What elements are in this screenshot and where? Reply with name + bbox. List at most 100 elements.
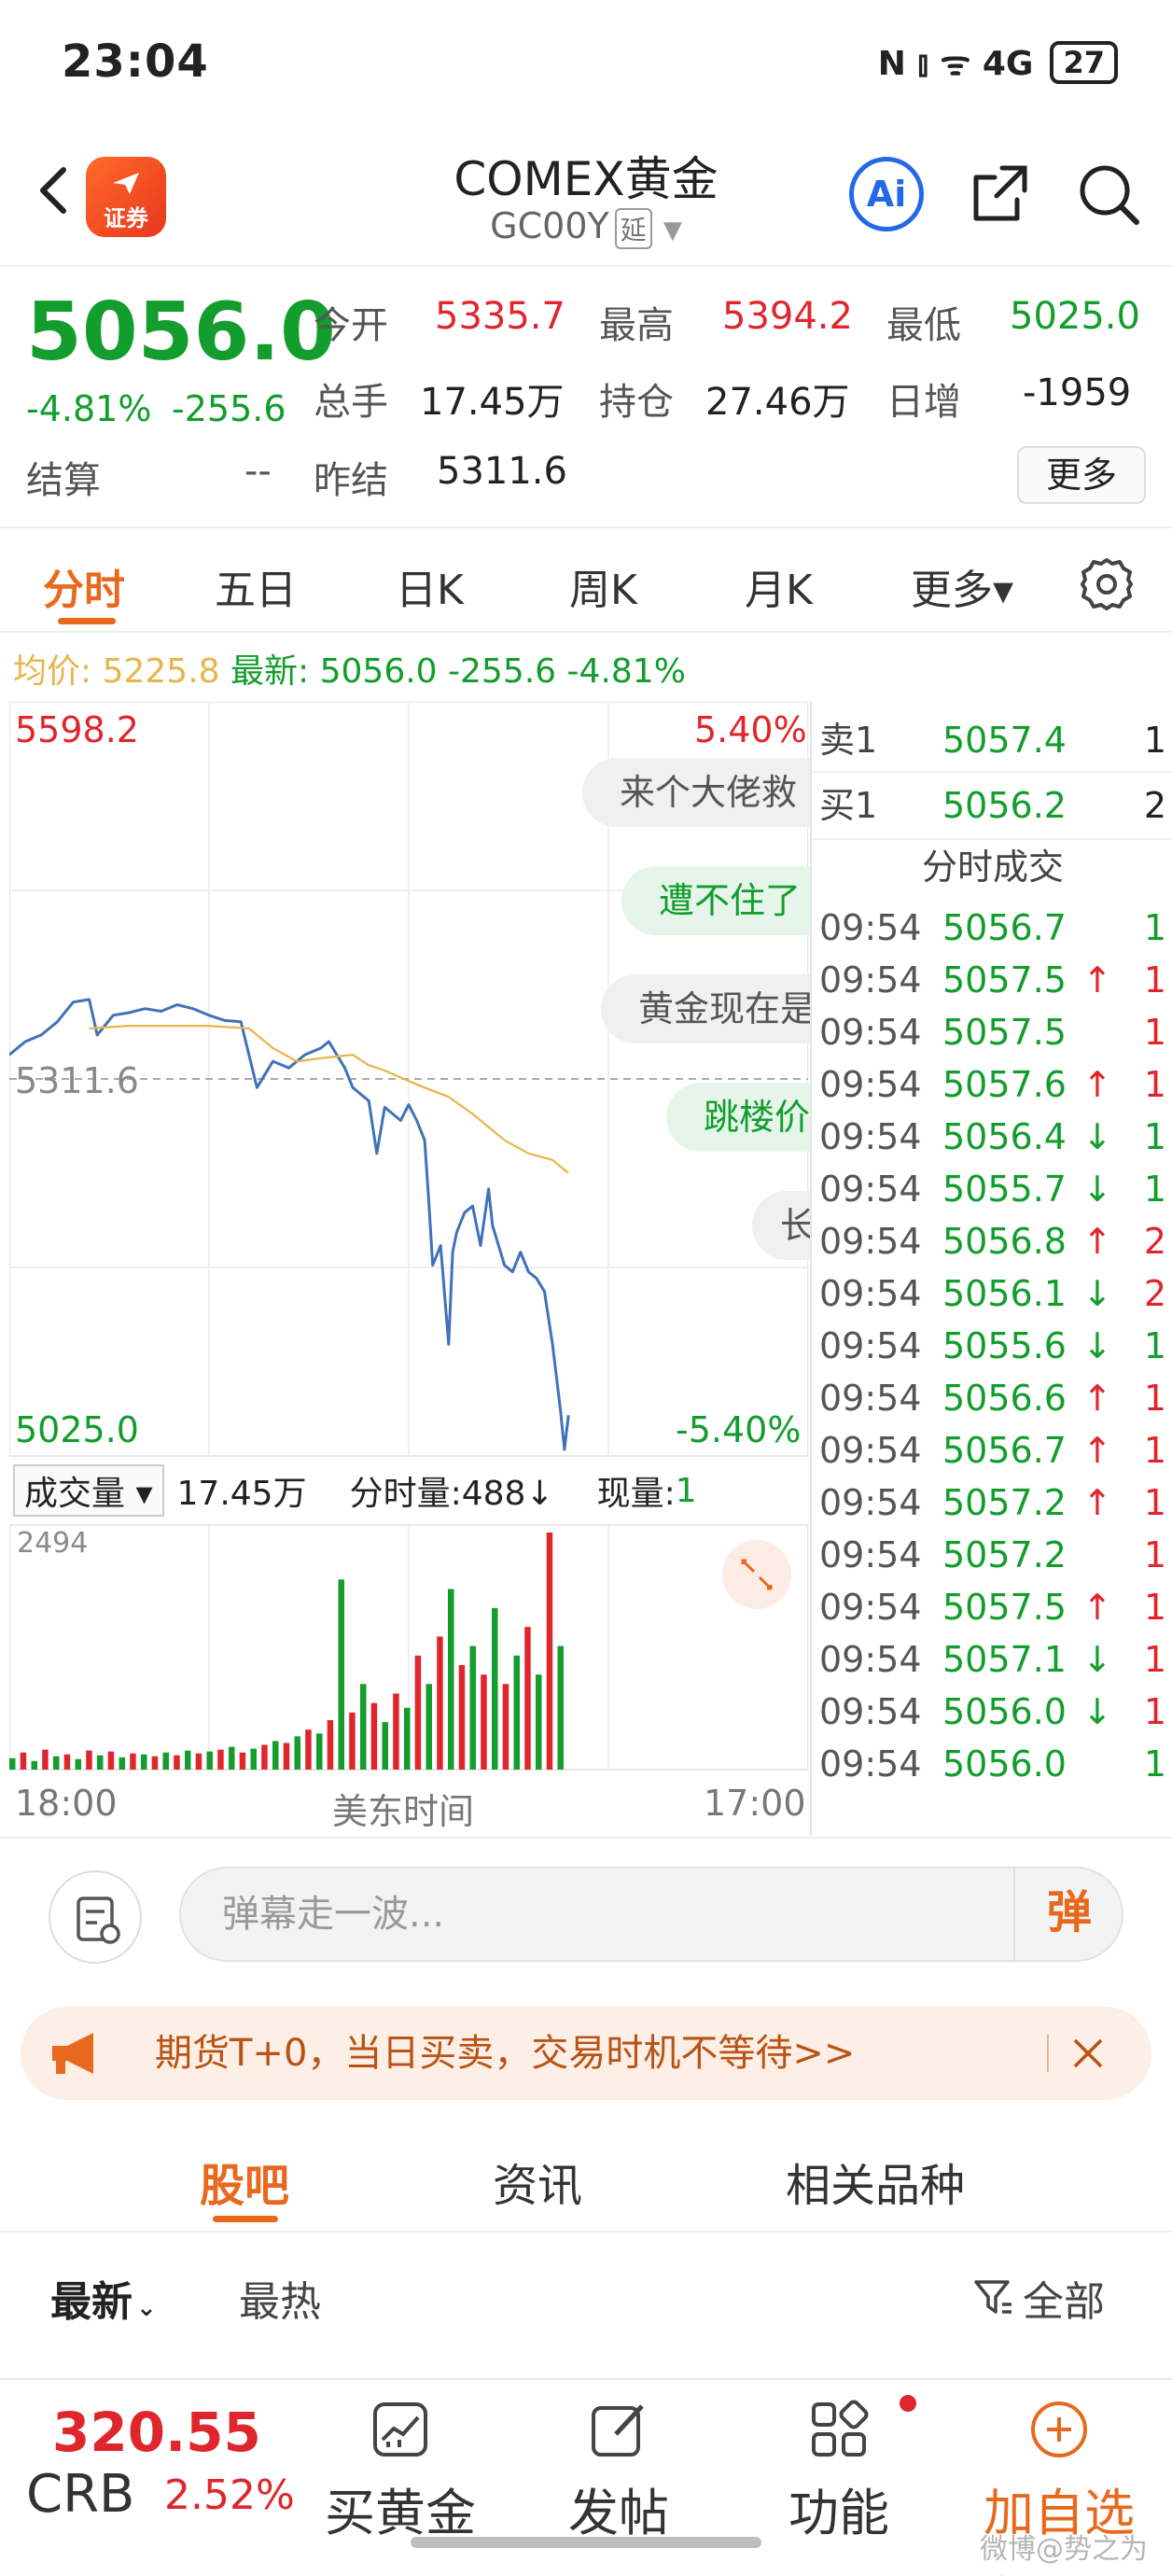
trade-volume: 1 <box>1143 1378 1166 1419</box>
danmaku-bubble[interactable]: 跳楼价 <box>666 1083 810 1152</box>
danmaku-settings-icon <box>77 1897 120 1944</box>
trade-price: 5057.5 <box>942 1012 1067 1053</box>
filter-all[interactable]: 全部 <box>970 2268 1105 2328</box>
tab-weekly-k[interactable]: 周K <box>569 556 637 616</box>
expand-button[interactable] <box>722 1540 791 1609</box>
crb-price: 320.55 <box>52 2401 261 2464</box>
trade-price: 5056.4 <box>942 1116 1067 1157</box>
trade-time: 09:54 <box>819 1325 922 1366</box>
post-button[interactable]: 发帖 <box>530 2399 707 2545</box>
order-book: 卖1 5057.4 1 买1 5056.2 2 分时成交 09:54 5056.7… <box>810 702 1172 1835</box>
danmaku-bubble[interactable]: 遭不住了 <box>621 866 810 935</box>
tab-more[interactable]: 更多▾ <box>911 556 1013 616</box>
trade-volume: 2 <box>1143 1273 1166 1314</box>
volume-bar <box>382 1722 388 1770</box>
trade-time: 09:54 <box>819 1064 922 1105</box>
share-icon[interactable] <box>965 159 1036 230</box>
trade-row: 09:54 5056.6 ↑ 1 <box>812 1372 1172 1424</box>
filter-icon <box>974 2280 1012 2314</box>
up-arrow-icon: ↑ <box>1082 959 1112 1001</box>
volume-bar <box>370 1702 378 1770</box>
more-button[interactable]: 更多 <box>1017 446 1146 504</box>
trade-time: 09:54 <box>819 1691 922 1732</box>
search-icon[interactable] <box>1073 159 1144 230</box>
caret-down-icon: ▼ <box>663 217 682 245</box>
volume-indicator-select[interactable]: 成交量 ▾ <box>13 1464 164 1517</box>
volume-bar <box>458 1665 466 1770</box>
x-axis-end: 17:00 <box>704 1783 806 1824</box>
volume-bar <box>502 1684 509 1770</box>
volume-bar <box>239 1752 246 1770</box>
sort-hottest[interactable]: 最热 <box>239 2268 321 2328</box>
settlement-label: 结算 <box>26 459 101 502</box>
volume-bar <box>53 1756 60 1770</box>
volume-header: 成交量 ▾ 17.45万 分时量:488↓ 现量: 1 <box>13 1464 806 1517</box>
trade-volume: 1 <box>1143 1639 1166 1680</box>
plus-circle-icon <box>1031 2401 1087 2457</box>
signal-indicators: N ⫾ ᯤ 4G <box>877 45 1034 83</box>
volume-bar <box>20 1752 27 1770</box>
pct-max-label: 5.40% <box>694 709 807 750</box>
y-min-label: 5025.0 <box>15 1409 139 1450</box>
open-interest-label: 持仓 <box>599 381 674 424</box>
trade-volume: 1 <box>1143 1325 1166 1366</box>
absolute-change: -255.6 <box>172 388 286 429</box>
bid-label: 买1 <box>819 785 878 826</box>
tab-intraday[interactable]: 分时 <box>43 556 125 616</box>
divider <box>1047 2035 1049 2072</box>
ai-button[interactable]: Ai <box>849 157 924 231</box>
trade-row: 09:54 5056.8 ↑ 2 <box>812 1215 1172 1267</box>
volume-bar <box>283 1743 290 1770</box>
crb-pct: 2.52% <box>164 2471 295 2519</box>
trade-row: 09:54 5056.7 ↑ 1 <box>812 1424 1172 1477</box>
volume-bar <box>130 1753 136 1770</box>
trade-volume: 1 <box>1143 959 1166 1001</box>
tab-monthly-k[interactable]: 月K <box>745 556 813 616</box>
functions-button[interactable]: 功能 <box>750 2399 928 2545</box>
trade-time: 09:54 <box>819 1639 922 1680</box>
buy-gold-button[interactable]: 买黄金 <box>312 2399 489 2545</box>
watermark: 微博@势之为重 <box>980 2533 1148 2576</box>
trade-time: 09:54 <box>819 959 922 1001</box>
avg-label: 均价: <box>13 652 92 691</box>
community-tab-underline <box>213 2216 278 2222</box>
danmaku-input[interactable]: 弹幕走一波... <box>179 1867 1123 1962</box>
total-volume: 17.45万 <box>176 1475 307 1513</box>
promo-banner[interactable]: 期货T+0，当日买卖，交易时机不等待>> <box>21 2007 1151 2100</box>
x-axis-start: 18:00 <box>15 1783 118 1824</box>
tab-related[interactable]: 相关品种 <box>786 2149 965 2214</box>
intraday-chart[interactable]: 5598.2 5311.6 5025.0 5.40% -5.40% 来个大佬救 … <box>9 702 810 1771</box>
trade-time: 09:54 <box>819 1430 922 1471</box>
up-arrow-icon: ↑ <box>1082 1221 1112 1262</box>
tab-news[interactable]: 资讯 <box>493 2149 582 2214</box>
danmaku-send-button[interactable]: 弹 <box>1013 1867 1123 1962</box>
tab-daily-k[interactable]: 日K <box>396 556 464 616</box>
trade-time: 09:54 <box>819 1012 922 1053</box>
sort-latest[interactable]: 最新 ⌄ <box>50 2268 157 2328</box>
tab-five-day[interactable]: 五日 <box>215 556 297 616</box>
trade-row: 09:54 5057.2 ↑ 1 <box>812 1477 1172 1529</box>
trade-volume: 1 <box>1143 1169 1166 1210</box>
volume-bar <box>513 1655 520 1770</box>
tab-forum[interactable]: 股吧 <box>200 2149 289 2214</box>
low-label: 最低 <box>886 304 961 347</box>
volume-bar <box>107 1751 115 1770</box>
expand-icon <box>741 1559 773 1590</box>
trade-row: 09:54 5056.0 1 <box>812 1738 1172 1790</box>
battery-icon: 27 <box>1050 40 1118 84</box>
volume-bar <box>305 1729 312 1770</box>
volume-bar <box>448 1589 454 1770</box>
trade-price: 5057.6 <box>942 1064 1067 1105</box>
gear-icon[interactable] <box>1077 554 1137 614</box>
home-indicator[interactable] <box>411 2537 761 2548</box>
trade-time: 09:54 <box>819 1482 922 1523</box>
volume-bar <box>294 1736 300 1770</box>
volume-bar <box>250 1748 257 1770</box>
trade-row: 09:54 5056.7 1 <box>812 902 1172 954</box>
add-watchlist-button[interactable]: 加自选 <box>970 2399 1148 2545</box>
close-icon[interactable] <box>1069 2035 1107 2072</box>
danmaku-bubble[interactable]: 黄金现在是 <box>601 974 810 1043</box>
danmaku-bubble[interactable]: 来个大佬救 <box>582 758 810 827</box>
trade-price: 5056.8 <box>942 1221 1067 1262</box>
danmaku-settings-button[interactable] <box>49 1870 142 1964</box>
